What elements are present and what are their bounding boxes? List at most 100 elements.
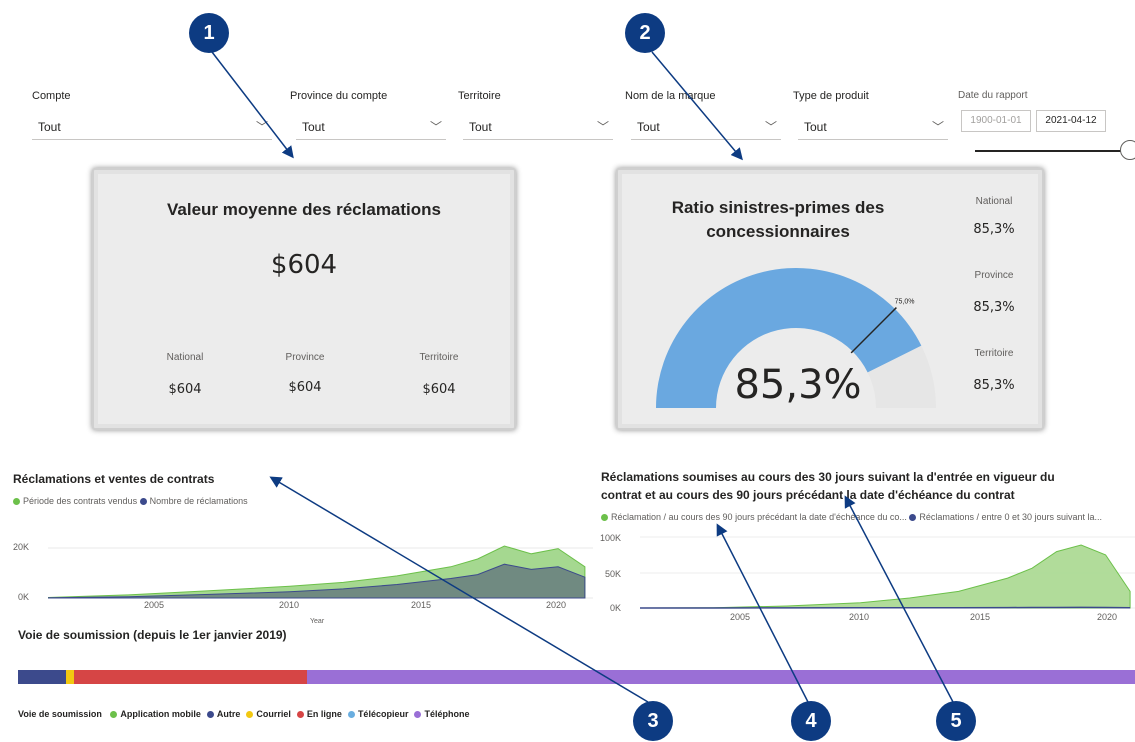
legend-dot — [246, 711, 254, 719]
submission-title: Voie de soumission (depuis le 1er janvie… — [18, 628, 287, 642]
legend-dot-navy — [139, 498, 147, 506]
date-slider-handle[interactable] — [1120, 140, 1135, 160]
x-tick: 2005 — [144, 600, 165, 610]
territoire-label: Territoire — [974, 348, 1014, 359]
card-title-line2: concessionnaires — [706, 222, 850, 241]
series-area-90-days — [640, 544, 1131, 609]
legend-item[interactable]: Téléphone — [414, 709, 469, 719]
legend-label: Réclamations / entre 0 et 30 jours suiva… — [919, 512, 1103, 522]
series-line-30-days — [640, 606, 1131, 609]
produit-dropdown-value: Tout — [804, 120, 827, 134]
legend-item[interactable]: Application mobile — [110, 709, 201, 719]
province-value: 85,3% — [973, 300, 1015, 315]
legend-item[interactable]: Autre — [206, 709, 241, 719]
bar-segment-3[interactable] — [73, 670, 308, 684]
chevron-down-icon: ﹀ — [255, 120, 268, 134]
x-tick: 2005 — [730, 612, 751, 622]
province-dropdown[interactable]: Tout ﹀ — [296, 114, 446, 140]
x-tick: 2015 — [970, 612, 991, 622]
national-label: National — [975, 196, 1013, 207]
bar-segment-5[interactable] — [307, 670, 1135, 684]
legend-item[interactable]: Réclamations / entre 0 et 30 jours suiva… — [909, 512, 1102, 522]
claims-value-card: Valeur moyenne des réclamations $604 Nat… — [92, 168, 516, 430]
marque-dropdown[interactable]: Tout ﹀ — [631, 114, 781, 140]
x-tick: 2015 — [411, 600, 432, 610]
compte-dropdown[interactable]: Tout ﹀ — [32, 114, 272, 140]
x-tick: 2020 — [546, 600, 567, 610]
legend-dot-navy — [909, 514, 917, 522]
legend-label: Réclamation / au cours des 90 jours préc… — [611, 512, 907, 522]
filter-label-territoire: Territoire — [458, 90, 501, 102]
legend-title: Voie de soumission — [18, 709, 102, 719]
y-tick: 0K — [610, 603, 622, 613]
national-value: $604 — [168, 382, 202, 397]
territoire-label: Territoire — [419, 352, 459, 363]
legend-label: Courriel — [256, 709, 291, 719]
marque-dropdown-value: Tout — [637, 120, 660, 134]
card-title-line1: Ratio sinistres-primes des — [671, 198, 885, 217]
territoire-value: 85,3% — [973, 378, 1015, 393]
legend-dot — [110, 711, 118, 719]
legend-label: En ligne — [306, 709, 342, 719]
series-area-claims — [48, 563, 586, 599]
bar-segment-2[interactable] — [66, 670, 74, 684]
chevron-down-icon: ﹀ — [764, 120, 777, 134]
chevron-down-icon: ﹀ — [596, 120, 609, 134]
filter-label-province: Province du compte — [290, 90, 388, 102]
date-start-input[interactable]: 1900-01-01 — [961, 110, 1031, 132]
chevron-down-icon: ﹀ — [931, 120, 944, 134]
callout-badge-4: 4 — [791, 701, 831, 741]
territoire-dropdown-value: Tout — [469, 120, 492, 134]
kpi-value: $604 — [270, 250, 338, 280]
legend-item[interactable]: Courriel — [246, 709, 291, 719]
submission-legend: Voie de soumission Application mobile Aut… — [18, 709, 469, 719]
gauge-target-label: 75,0% — [895, 298, 915, 305]
submission-stacked-bar — [18, 670, 1135, 684]
loss-ratio-card: Ratio sinistres-primes des concessionnai… — [616, 168, 1044, 430]
callout-badge-1: 1 — [189, 13, 229, 53]
legend-dot — [296, 711, 304, 719]
date-end-input[interactable]: 2021-04-12 — [1036, 110, 1106, 132]
x-tick: 2010 — [849, 612, 870, 622]
legend-label: Autre — [216, 709, 241, 719]
y-tick: 0K — [18, 592, 30, 602]
national-value: 85,3% — [973, 222, 1015, 237]
legend-item[interactable]: Réclamation / au cours des 90 jours préc… — [601, 512, 907, 522]
card-title: Ratio sinistres-primes des concessionnai… — [628, 196, 928, 244]
callout-badge-5: 5 — [936, 701, 976, 741]
produit-dropdown[interactable]: Tout ﹀ — [798, 114, 948, 140]
legend-label: Nombre de réclamations — [149, 496, 248, 506]
legend-item[interactable]: Période des contrats vendus — [13, 496, 137, 506]
national-label: National — [166, 352, 204, 363]
callout-badge-3: 3 — [633, 701, 673, 741]
x-tick: 2020 — [1097, 612, 1118, 622]
right-chart-title-line1: Réclamations soumises au cours des 30 jo… — [601, 470, 1055, 484]
legend-item[interactable]: Nombre de réclamations — [139, 496, 248, 506]
province-label: Province — [285, 352, 325, 363]
legend-label: Télécopieur — [357, 709, 409, 719]
card-title: Valeur moyenne des réclamations — [166, 200, 441, 219]
territoire-value: $604 — [422, 382, 456, 397]
legend-label: Période des contrats vendus — [23, 496, 138, 506]
gauge-value: 85,3% — [734, 362, 862, 408]
callout-badge-2: 2 — [625, 13, 665, 53]
x-axis-label: Year — [310, 618, 325, 625]
right-chart-legend: Réclamation / au cours des 90 jours préc… — [601, 512, 1102, 522]
province-value: $604 — [288, 380, 322, 395]
filter-label-date: Date du rapport — [958, 90, 1028, 101]
bar-segment-1[interactable] — [18, 670, 67, 684]
legend-label: Téléphone — [424, 709, 470, 719]
filter-label-marque: Nom de la marque — [625, 90, 716, 102]
right-area-chart — [640, 536, 1135, 609]
arrow-1 — [211, 51, 294, 159]
legend-item[interactable]: Télécopieur — [347, 709, 409, 719]
y-tick: 50K — [605, 569, 622, 579]
left-chart-legend: Période des contrats vendus Nombre de ré… — [13, 496, 248, 506]
territoire-dropdown[interactable]: Tout ﹀ — [463, 114, 613, 140]
legend-label: Application mobile — [120, 709, 201, 719]
compte-dropdown-value: Tout — [38, 120, 61, 134]
province-dropdown-value: Tout — [302, 120, 325, 134]
date-slider-track[interactable] — [975, 150, 1123, 152]
legend-item[interactable]: En ligne — [296, 709, 342, 719]
legend-dot-green — [601, 514, 608, 522]
